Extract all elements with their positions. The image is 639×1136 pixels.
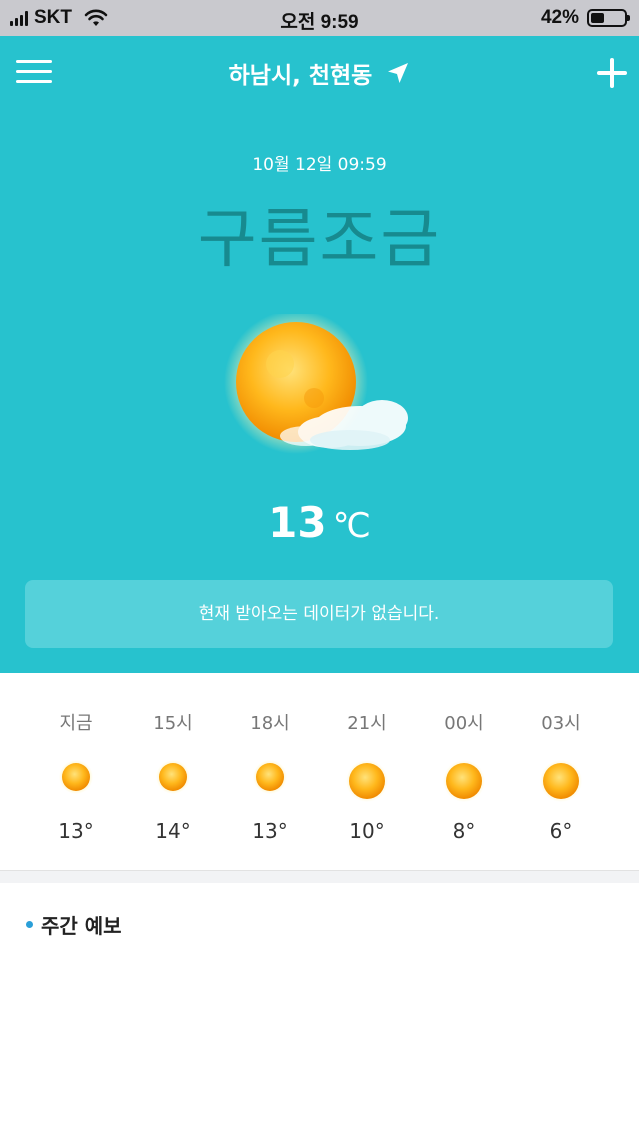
weekly-forecast-header: 주간 예보 — [26, 910, 122, 939]
hourly-time: 00시 — [444, 713, 484, 734]
moon-sun-icon — [345, 759, 389, 807]
temperature-unit: ℃ — [332, 506, 371, 546]
hourly-forecast[interactable]: 지금 13° 15시 14° 18시 13° 21시 10° 00시 8° 03… — [0, 673, 639, 871]
moon-sun-icon — [442, 759, 486, 807]
battery-icon — [587, 9, 630, 27]
current-temperature: 13 ℃ — [0, 498, 639, 547]
sun-icon — [155, 759, 191, 799]
hourly-temp: 8° — [452, 819, 476, 843]
weekly-forecast-title: 주간 예보 — [41, 914, 122, 938]
sun-icon — [58, 759, 94, 799]
section-divider — [0, 871, 639, 883]
location-arrow-icon — [388, 63, 409, 83]
hourly-temp: 13° — [252, 819, 288, 843]
hourly-temp: 6° — [549, 819, 573, 843]
status-bar: SKT 오전 9:59 42% — [0, 0, 639, 36]
hourly-time: 03시 — [541, 713, 581, 734]
current-weather-panel: 하남시, 천현동 10월 12일 09:59 구름조금 13 ℃ 현재 받아오는 … — [0, 36, 639, 673]
add-location-button[interactable] — [595, 56, 629, 90]
observation-datetime: 10월 12일 09:59 — [252, 155, 387, 175]
sun-with-cloud-icon — [224, 314, 408, 454]
hourly-temp: 10° — [349, 819, 385, 843]
weather-condition: 구름조금 — [197, 203, 442, 277]
hourly-time: 21시 — [347, 713, 387, 734]
hourly-time: 지금 — [59, 713, 93, 734]
moon-sun-icon — [539, 759, 583, 807]
location-name: 하남시, 천현동 — [228, 63, 373, 89]
location-selector[interactable]: 하남시, 천현동 — [0, 56, 639, 90]
data-notice-banner: 현재 받아오는 데이터가 없습니다. — [25, 580, 613, 648]
hourly-time: 18시 — [250, 713, 290, 734]
hourly-temp: 14° — [155, 819, 191, 843]
temperature-value: 13 — [268, 498, 327, 547]
battery-percent: 42% — [540, 7, 579, 28]
hourly-temp: 13° — [58, 819, 94, 843]
hourly-time: 15시 — [153, 713, 193, 734]
sun-icon — [252, 759, 288, 799]
status-right: 42% — [540, 7, 630, 29]
bullet-icon — [26, 921, 33, 928]
